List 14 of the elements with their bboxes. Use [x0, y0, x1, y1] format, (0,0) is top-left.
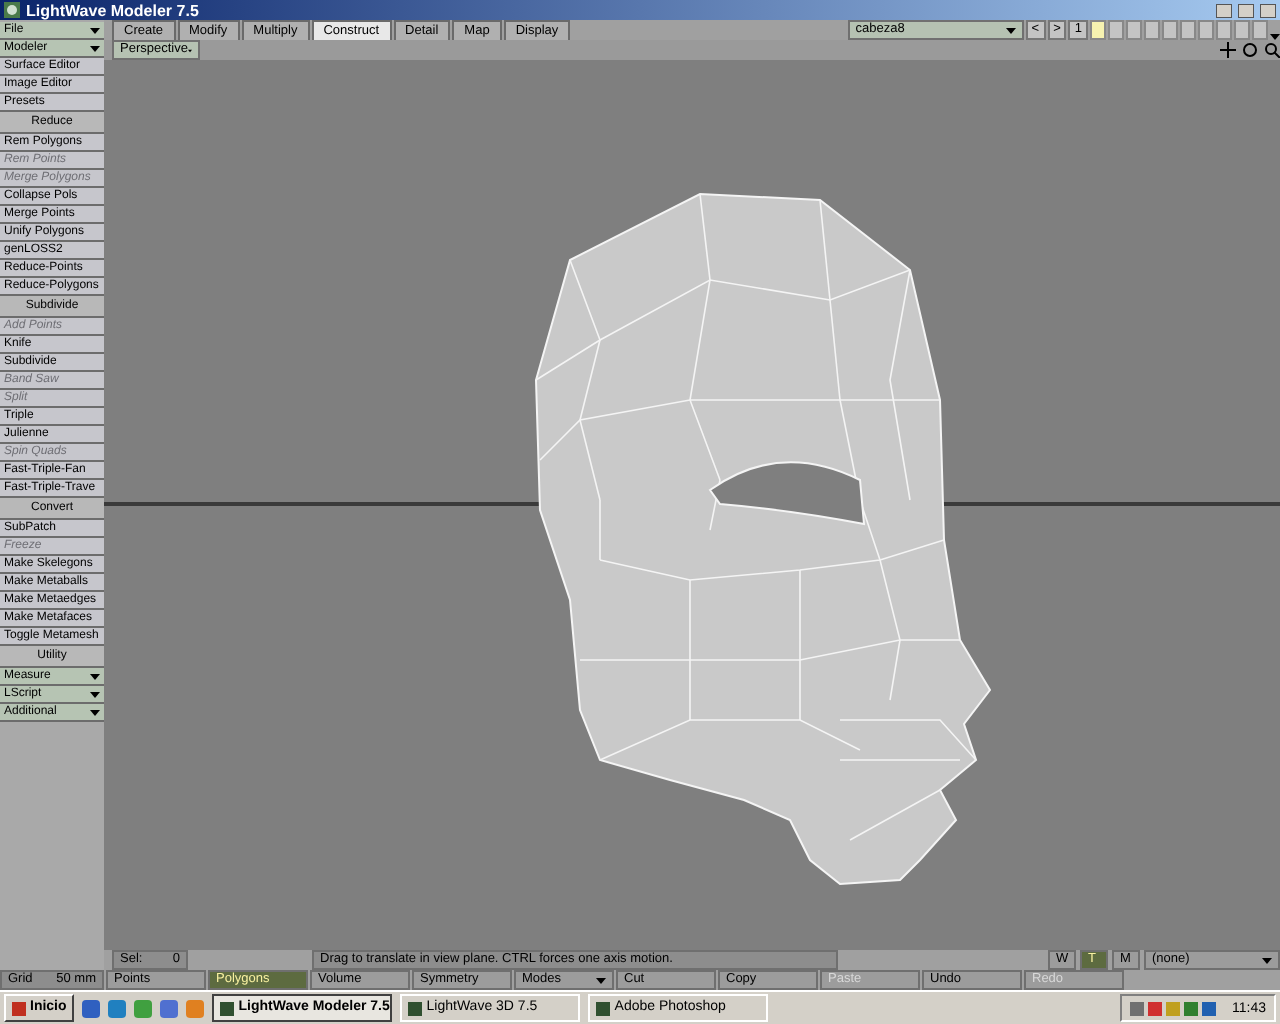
rotate-icon[interactable] — [1242, 42, 1258, 58]
dropdown-arrow-icon — [1005, 27, 1016, 33]
dropdown-arrow-icon — [596, 977, 606, 983]
app-logo-icon — [4, 2, 20, 18]
zoom-icon[interactable] — [1264, 42, 1280, 58]
dropdown-arrow-icon — [1270, 34, 1280, 40]
move-icon[interactable] — [1220, 42, 1236, 58]
dropdown-arrow-icon — [90, 27, 100, 33]
dropdown-arrow-icon — [1262, 957, 1272, 963]
dropdown-arrow-icon — [90, 673, 100, 679]
dropdown-arrow-icon — [90, 709, 100, 715]
window-title: LightWave Modeler 7.5 — [26, 1, 199, 19]
dropdown-arrow-icon — [90, 691, 100, 697]
dropdown-arrow-icon — [90, 45, 100, 51]
